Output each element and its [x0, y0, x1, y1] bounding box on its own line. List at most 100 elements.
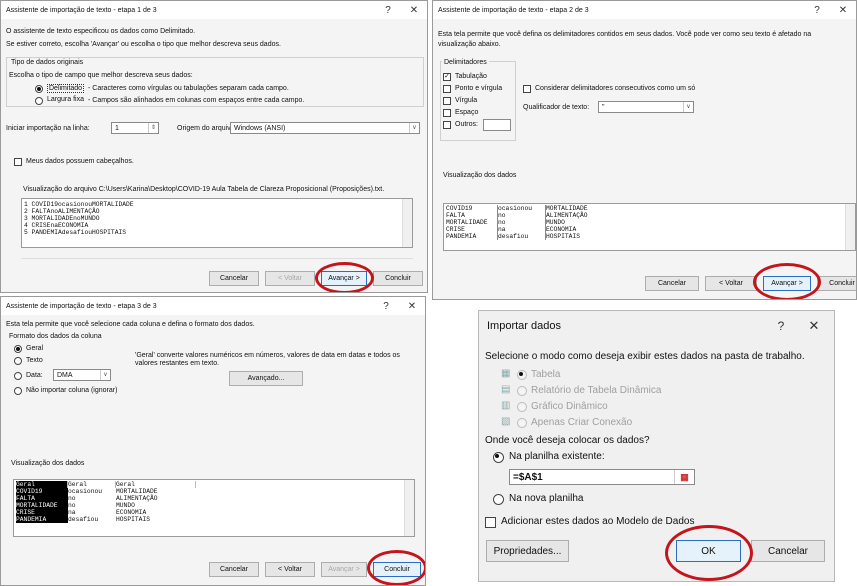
delimited-radio[interactable] [35, 85, 43, 93]
delimiter-checkbox[interactable] [443, 121, 451, 129]
text-label[interactable]: Texto [26, 357, 43, 364]
next-button[interactable]: Avançar > [321, 562, 367, 577]
delimiter-checkbox[interactable] [443, 97, 451, 105]
highlight-circle [367, 550, 425, 585]
start-row-input[interactable]: 1 ⇕ [111, 122, 159, 134]
intro-line-1: O assistente de texto especificou os dad… [6, 28, 196, 35]
file-preview[interactable]: 1 COVID19ocasionouMORTALIDADE 2 FALTAnoAL… [21, 198, 413, 248]
chevron-down-icon[interactable]: ∨ [683, 102, 693, 112]
fixed-width-radio[interactable] [35, 97, 43, 105]
date-format-select[interactable]: DMA ∨ [53, 369, 111, 381]
display-mode-radio[interactable] [517, 418, 527, 428]
delimited-label[interactable]: Delimitado [47, 84, 85, 93]
skip-column-radio[interactable] [14, 387, 22, 395]
close-button[interactable]: ✕ [794, 318, 834, 334]
group-title: Delimitadores [442, 59, 489, 66]
dialog-title: Assistente de importação de texto - etap… [6, 302, 157, 310]
delimiter-label[interactable]: Ponto e vírgula [455, 85, 502, 92]
display-mode-radio[interactable] [517, 386, 527, 396]
new-sheet-label[interactable]: Na nova planilha [509, 493, 584, 504]
group-title: Tipo de dados originais [9, 59, 86, 66]
consecutive-label[interactable]: Considerar delimitadores consecutivos co… [535, 85, 695, 92]
general-radio[interactable] [14, 345, 22, 353]
cancel-button[interactable]: Cancelar [209, 562, 259, 577]
existing-sheet-label[interactable]: Na planilha existente: [509, 451, 605, 462]
back-button[interactable]: < Voltar [265, 562, 315, 577]
preview-cell: desafiou [498, 233, 546, 240]
delimiter-checkbox[interactable] [443, 85, 451, 93]
cancel-button[interactable]: Cancelar [209, 271, 259, 286]
delimiter-checkbox[interactable] [443, 109, 451, 117]
properties-button[interactable]: Propriedades... [486, 540, 569, 562]
delimiter-checkbox[interactable]: ✓ [443, 73, 451, 81]
preview-cell: HOSPITAIS [546, 233, 581, 240]
data-preview[interactable]: Geral Geral Geral COVID19 ocasionou MORTALIDA… [13, 479, 415, 537]
dialog-title: Assistente de importação de texto - etap… [6, 6, 157, 14]
preview-header-row: Geral Geral Geral [16, 481, 412, 488]
highlight-circle [665, 525, 753, 581]
column-header[interactable]: Geral [68, 481, 116, 488]
finish-button[interactable]: Concluir [373, 271, 423, 286]
data-model-checkbox[interactable] [485, 517, 496, 528]
preview-cell: FALTA [16, 495, 68, 502]
text-radio[interactable] [14, 357, 22, 365]
consecutive-checkbox[interactable] [523, 85, 531, 93]
delimiter-label[interactable]: Vírgula [455, 97, 477, 104]
back-button[interactable]: < Voltar [705, 276, 757, 291]
help-button[interactable]: ? [804, 5, 830, 16]
new-sheet-radio[interactable] [493, 494, 504, 505]
close-button[interactable]: ✕ [830, 5, 856, 16]
display-mode-radio[interactable] [517, 370, 527, 380]
chevron-down-icon[interactable]: ∨ [409, 123, 419, 133]
column-header[interactable]: Geral [116, 481, 196, 488]
close-button[interactable]: ✕ [399, 301, 425, 312]
help-button[interactable]: ? [375, 5, 401, 16]
date-label[interactable]: Data: [26, 372, 43, 379]
general-description: 'Geral' converte valores numéricos em nú… [135, 352, 400, 367]
back-button[interactable]: < Voltar [265, 271, 315, 286]
intro-line-2: Se estiver correto, escolha 'Avançar' ou… [6, 41, 281, 48]
preview-cell: no [68, 495, 76, 502]
vertical-scrollbar[interactable] [845, 204, 855, 250]
vertical-scrollbar[interactable] [404, 480, 414, 536]
column-header[interactable]: Geral [16, 481, 68, 488]
spinner-icon[interactable]: ⇕ [148, 123, 158, 133]
general-label[interactable]: Geral [26, 345, 43, 352]
delimiter-label[interactable]: Espaço [455, 109, 478, 116]
display-mode-label[interactable]: Apenas Criar Conexão [531, 417, 632, 428]
advanced-button[interactable]: Avançado... [229, 371, 303, 386]
preview-cell: no [498, 219, 546, 226]
data-model-label[interactable]: Adicionar estes dados ao Modelo de Dados [501, 516, 694, 527]
qualifier-select[interactable]: " ∨ [598, 101, 694, 113]
skip-column-label[interactable]: Não importar coluna (ignorar) [26, 387, 117, 394]
display-mode-label[interactable]: Gráfico Dinâmico [531, 401, 608, 412]
file-origin-select[interactable]: Windows (ANSI) ∨ [230, 122, 420, 134]
headers-label[interactable]: Meus dados possuem cabeçalhos. [26, 158, 134, 165]
delimited-desc: - Caracteres como vírgulas ou tabulações… [88, 85, 289, 92]
preview-label: Visualização dos dados [443, 172, 517, 179]
cell-reference-input[interactable]: =$A$1 ▦ [509, 469, 695, 485]
headers-checkbox[interactable] [14, 158, 22, 166]
display-mode-label[interactable]: Relatório de Tabela Dinâmica [531, 385, 661, 396]
display-mode-radio[interactable] [517, 402, 527, 412]
vertical-scrollbar[interactable] [402, 199, 412, 247]
finish-button[interactable]: Concluir [817, 276, 856, 291]
data-preview[interactable]: COVID19 ocasionou MORTALIDADE FALTA no ALIMEN… [443, 203, 856, 251]
fixed-width-label[interactable]: Largura fixa [47, 96, 84, 103]
other-delimiter-input[interactable] [483, 119, 511, 131]
help-button[interactable]: ? [768, 319, 794, 333]
horizontal-scrollbar[interactable] [21, 251, 413, 259]
help-button[interactable]: ? [373, 301, 399, 312]
range-select-icon[interactable]: ▦ [674, 470, 694, 484]
delimiter-label[interactable]: Outros: [455, 121, 478, 128]
cancel-button[interactable]: Cancelar [645, 276, 699, 291]
chevron-down-icon[interactable]: ∨ [100, 370, 110, 380]
display-mode-label[interactable]: Tabela [531, 369, 560, 380]
delimiter-label[interactable]: Tabulação [455, 73, 487, 80]
existing-sheet-radio[interactable] [493, 452, 504, 463]
preview-cell: COVID19 [446, 205, 498, 212]
preview-cell: CRISE [446, 226, 498, 233]
close-button[interactable]: ✕ [401, 5, 427, 16]
date-radio[interactable] [14, 372, 22, 380]
cancel-button[interactable]: Cancelar [751, 540, 825, 562]
